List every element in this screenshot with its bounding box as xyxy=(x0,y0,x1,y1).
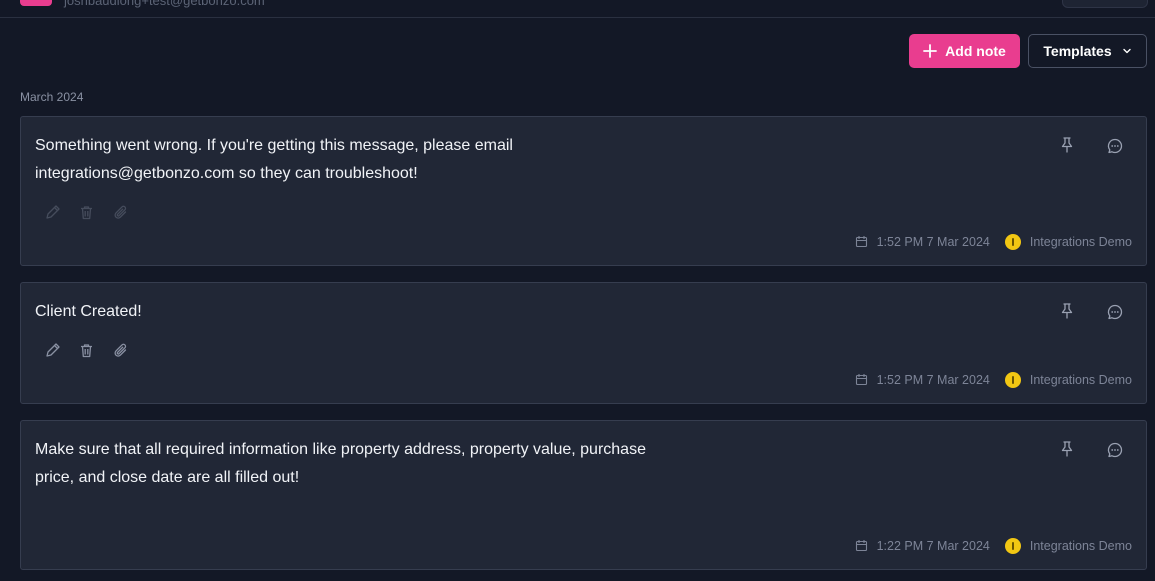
plus-icon xyxy=(923,44,938,58)
pencil-icon[interactable] xyxy=(42,202,62,222)
paperclip-icon[interactable] xyxy=(110,202,130,222)
header-button[interactable] xyxy=(1062,0,1148,8)
chevron-down-icon xyxy=(1122,48,1131,54)
note-card: Client Created! 1:52 PM 7 Mar 2024 Integ… xyxy=(20,282,1147,404)
trash-icon[interactable] xyxy=(76,202,96,222)
templates-label: Templates xyxy=(1043,43,1112,59)
author-avatar-icon xyxy=(1004,538,1021,554)
note-meta: 1:52 PM 7 Mar 2024 Integrations Demo xyxy=(855,234,1132,250)
pin-icon[interactable] xyxy=(1058,440,1078,460)
calendar-icon xyxy=(855,235,869,249)
note-text: Client Created! xyxy=(35,303,142,320)
avatar[interactable] xyxy=(20,0,52,6)
note-timestamp: 1:22 PM 7 Mar 2024 xyxy=(876,539,990,553)
comment-icon[interactable] xyxy=(1106,303,1126,323)
comment-icon[interactable] xyxy=(1106,137,1126,157)
top-bar: joshbaudiong+test@getbonzo.com xyxy=(0,0,1155,18)
author-avatar-icon xyxy=(1004,234,1021,250)
calendar-icon xyxy=(855,373,869,387)
pencil-icon[interactable] xyxy=(42,340,62,360)
pin-icon[interactable] xyxy=(1058,136,1078,156)
note-meta: 1:22 PM 7 Mar 2024 Integrations Demo xyxy=(855,538,1132,554)
add-note-button[interactable]: Add note xyxy=(909,34,1020,68)
month-heading: March 2024 xyxy=(20,90,84,104)
comment-icon[interactable] xyxy=(1106,441,1126,461)
note-author: Integrations Demo xyxy=(1029,539,1132,553)
note-timestamp: 1:52 PM 7 Mar 2024 xyxy=(876,373,990,387)
note-timestamp: 1:52 PM 7 Mar 2024 xyxy=(876,235,990,249)
note-meta: 1:52 PM 7 Mar 2024 Integrations Demo xyxy=(855,372,1132,388)
trash-icon[interactable] xyxy=(76,340,96,360)
note-card: Something went wrong. If you're getting … xyxy=(20,116,1147,266)
note-author: Integrations Demo xyxy=(1029,373,1132,387)
note-text: Make sure that all required information … xyxy=(35,441,646,486)
paperclip-icon[interactable] xyxy=(110,340,130,360)
contact-email: joshbaudiong+test@getbonzo.com xyxy=(64,0,265,8)
author-avatar-icon xyxy=(1004,372,1021,388)
note-actions xyxy=(42,340,130,360)
pin-icon[interactable] xyxy=(1058,302,1078,322)
note-text: Something went wrong. If you're getting … xyxy=(35,137,513,182)
calendar-icon xyxy=(855,539,869,553)
note-card: Make sure that all required information … xyxy=(20,420,1147,570)
add-note-label: Add note xyxy=(945,43,1006,59)
note-author: Integrations Demo xyxy=(1029,235,1132,249)
templates-dropdown[interactable]: Templates xyxy=(1028,34,1147,68)
note-actions xyxy=(42,202,130,222)
